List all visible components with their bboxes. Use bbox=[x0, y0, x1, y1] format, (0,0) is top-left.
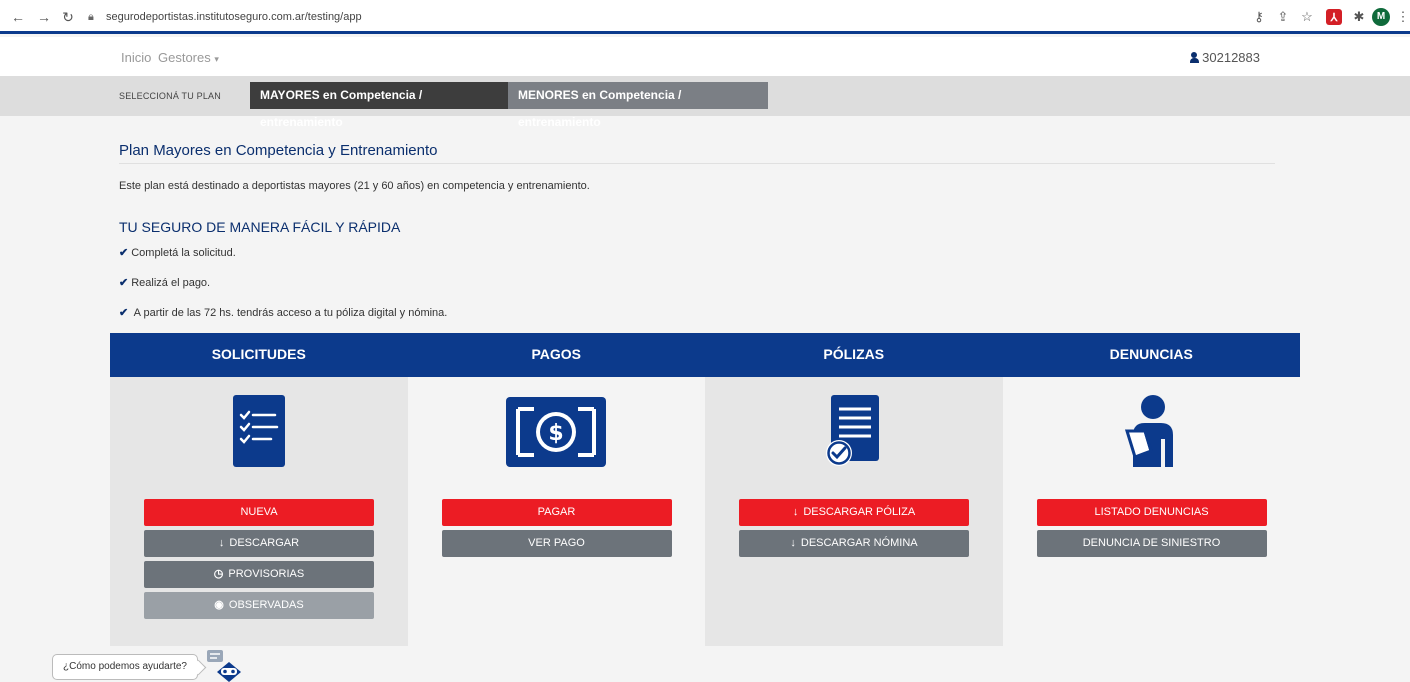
button-label: DESCARGAR bbox=[229, 537, 300, 549]
provisional-button[interactable]: ◷ PROVISORIAS bbox=[144, 561, 374, 588]
card-solicitudes: SOLICITUDES NUEVA ↓ DESCARGAR ◷ PROVISORIA… bbox=[110, 333, 408, 646]
check-icon: ✔ bbox=[119, 277, 129, 289]
card-polizas: PÓLIZAS ↓ DESCARGAR PÓLIZA ↓ DESCARGAR NÓM… bbox=[705, 333, 1003, 646]
forward-arrow-icon[interactable]: → bbox=[36, 9, 52, 25]
step-text: Completá la solicitud. bbox=[131, 247, 236, 259]
button-label: PROVISORIAS bbox=[228, 568, 305, 580]
chat-prompt-bubble[interactable]: ¿Cómo podemos ayudarte? bbox=[52, 654, 198, 680]
star-icon[interactable]: ☆ bbox=[1298, 8, 1316, 26]
plan-tagline: TU SEGURO DE MANERA FÁCIL Y RÁPIDA bbox=[119, 219, 401, 235]
card-body: NUEVA ↓ DESCARGAR ◷ PROVISORIAS ◉ OBSERVADA… bbox=[110, 377, 408, 646]
card-title: DENUNCIAS bbox=[1002, 333, 1300, 377]
arrow-down-icon: ↓ bbox=[218, 537, 225, 549]
plan-tab-mayores[interactable]: MAYORES en Competencia / entrenamiento bbox=[250, 82, 508, 129]
lock-icon: 🔒︎ bbox=[88, 11, 94, 23]
checklist-icon bbox=[232, 395, 285, 467]
view-payment-button[interactable]: VER PAGO bbox=[441, 530, 672, 557]
card-denuncias: DENUNCIAS LISTADO DENUNCIAS DENUNCIA DE … bbox=[1002, 333, 1300, 646]
download-request-button[interactable]: ↓ DESCARGAR bbox=[144, 530, 374, 557]
share-icon[interactable]: ⇪ bbox=[1274, 8, 1292, 26]
arrow-down-icon: ↓ bbox=[792, 506, 799, 518]
step-text: A partir de las 72 hs. tendrás acceso a … bbox=[131, 307, 448, 319]
card-title: PAGOS bbox=[407, 333, 705, 377]
browser-toolbar: ← → ↻ 🔒︎ segurodeportistas.institutosegur… bbox=[0, 0, 1410, 34]
step-text: Realizá el pago. bbox=[131, 277, 211, 289]
step-item: ✔ Realizá el pago. bbox=[119, 276, 210, 289]
download-policy-button[interactable]: ↓ DESCARGAR PÓLIZA bbox=[739, 499, 969, 526]
new-request-button[interactable]: NUEVA bbox=[144, 499, 374, 526]
chatbot-robot-icon[interactable] bbox=[205, 648, 245, 682]
policy-document-icon bbox=[825, 395, 879, 466]
address-bar[interactable]: 🔒︎ segurodeportistas.institutoseguro.com.… bbox=[88, 6, 1188, 28]
button-label: OBSERVADAS bbox=[228, 599, 304, 611]
clock-icon: ◷ bbox=[213, 568, 224, 580]
injured-person-icon bbox=[1125, 395, 1174, 467]
card-body: LISTADO DENUNCIAS DENUNCIA DE SINIESTRO bbox=[1002, 377, 1300, 646]
check-icon: ✔ bbox=[119, 307, 129, 319]
money-bill-icon: $ bbox=[506, 397, 607, 467]
check-icon: ✔ bbox=[119, 247, 129, 259]
nav-managers-label: Gestores bbox=[158, 50, 211, 65]
card-title: SOLICITUDES bbox=[110, 333, 408, 377]
claims-list-button[interactable]: LISTADO DENUNCIAS bbox=[1036, 499, 1267, 526]
caret-down-icon: ▾ bbox=[214, 54, 219, 64]
arrow-down-icon: ↓ bbox=[790, 537, 796, 549]
plan-tab-menores[interactable]: MENORES en Competencia / entrenamiento bbox=[508, 82, 768, 129]
download-roster-button[interactable]: ↓ DESCARGAR NÓMINA bbox=[739, 530, 969, 557]
user-id: 30212883 bbox=[1202, 50, 1260, 65]
user-menu[interactable]: 30212883 bbox=[1190, 50, 1260, 65]
observed-button[interactable]: ◉ OBSERVADAS bbox=[144, 592, 374, 619]
back-arrow-icon[interactable]: ← bbox=[10, 9, 26, 25]
plan-title: Plan Mayores en Competencia y Entrenamie… bbox=[119, 142, 438, 159]
nav-link-home[interactable]: Inicio bbox=[121, 50, 151, 65]
top-navigation: Inicio Gestores ▾ 30212883 bbox=[0, 37, 1410, 76]
plan-selector-label: SELECCIONÁ TU PLAN bbox=[119, 91, 221, 101]
button-label: DESCARGAR PÓLIZA bbox=[803, 506, 916, 518]
url-text: segurodeportistas.institutoseguro.com.ar… bbox=[106, 11, 362, 23]
title-divider bbox=[119, 163, 1275, 164]
reload-icon[interactable]: ↻ bbox=[60, 9, 76, 25]
card-title: PÓLIZAS bbox=[705, 333, 1003, 377]
eye-icon: ◉ bbox=[214, 599, 224, 611]
card-body: $ PAGAR VER PAGO bbox=[407, 377, 705, 646]
card-pagos: PAGOS $ PAGAR VER PAGO bbox=[407, 333, 705, 646]
step-item: ✔ Completá la solicitud. bbox=[119, 246, 236, 259]
nav-dropdown-managers[interactable]: Gestores ▾ bbox=[158, 50, 219, 65]
svg-text:$: $ bbox=[549, 421, 564, 446]
kebab-menu-icon[interactable]: ⋮ bbox=[1394, 8, 1410, 26]
report-claim-button[interactable]: DENUNCIA DE SINIESTRO bbox=[1036, 530, 1267, 557]
step-item: ✔ A partir de las 72 hs. tendrás acceso … bbox=[119, 306, 447, 319]
plan-selector-bar: SELECCIONÁ TU PLAN MAYORES en Competenci… bbox=[0, 76, 1410, 129]
pdf-extension-icon[interactable]: ⅄ bbox=[1326, 9, 1342, 25]
puzzle-extension-icon[interactable]: ✱ bbox=[1350, 8, 1368, 26]
service-cards: SOLICITUDES NUEVA ↓ DESCARGAR ◷ PROVISORIA… bbox=[110, 333, 1300, 646]
key-icon[interactable]: ⚷ bbox=[1250, 8, 1268, 26]
user-icon bbox=[1190, 52, 1200, 63]
card-body: ↓ DESCARGAR PÓLIZA ↓ DESCARGAR NÓMINA bbox=[705, 377, 1003, 646]
profile-avatar[interactable]: M bbox=[1372, 8, 1390, 26]
button-label: DESCARGAR NÓMINA bbox=[800, 537, 918, 549]
plan-description: Este plan está destinado a deportistas m… bbox=[119, 180, 590, 192]
pay-button[interactable]: PAGAR bbox=[441, 499, 672, 526]
